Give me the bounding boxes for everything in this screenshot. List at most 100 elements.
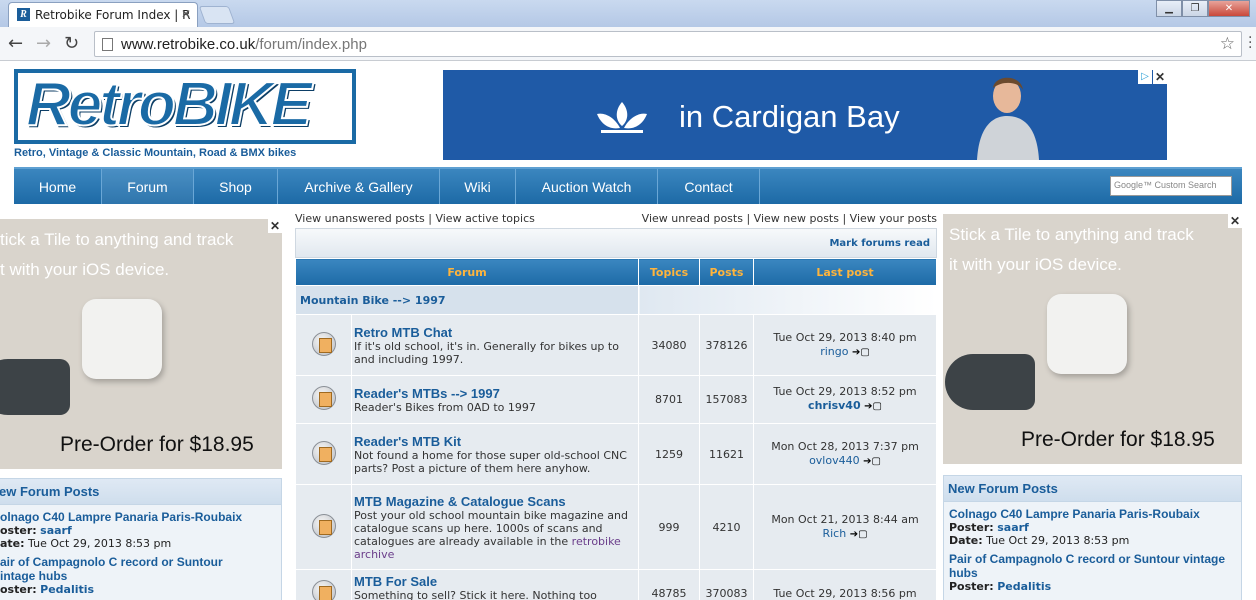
right-post-2[interactable]: Pair of Campagnolo C record or Suntour v… [944,547,1241,593]
right-new-posts: New Forum Posts Colnago C40 Lampre Panar… [943,475,1242,600]
page-icon [102,38,113,51]
key-image [945,354,1035,410]
topics-count: 999 [638,484,700,570]
forum-title-link[interactable]: Reader's MTBs --> 1997 [354,386,636,401]
retrobike-logo[interactable]: RetroBIKE [14,69,356,144]
new-posts-title: ew Forum Posts [0,479,281,505]
nav-contact[interactable]: Contact [658,169,760,204]
left-post-2[interactable]: air of Campagnolo C record or Suntour in… [0,550,281,596]
bookmark-star-icon[interactable]: ☆ [1220,34,1235,54]
last-post-date: Tue Oct 29, 2013 8:52 pm [773,385,917,398]
close-tab-icon[interactable]: ✕ [181,7,191,21]
last-post-date: Mon Oct 21, 2013 8:44 am [771,512,919,526]
left-ad-price: Pre-Order for $18.95 [60,433,254,456]
right-ad-price: Pre-Order for $18.95 [1021,428,1215,451]
url-domain: www.retrobike.co.uk [121,36,256,53]
nav-wiki[interactable]: Wiki [440,169,516,204]
nav-auction-watch[interactable]: Auction Watch [516,169,658,204]
topics-count: 1259 [638,423,700,485]
left-post-1[interactable]: olnago C40 Lampre Panaria Paris-Roubaix … [0,505,281,550]
links-left[interactable]: View unanswered posts | View active topi… [295,212,535,225]
url-path: /forum/index.php [255,36,367,53]
browser-tab[interactable]: R Retrobike Forum Index | R ✕ [8,2,198,27]
nav-shop[interactable]: Shop [194,169,278,204]
minimize-button[interactable]: ▁ [1156,0,1182,17]
browser-toolbar: ← → ↻ www.retrobike.co.uk/forum/index.ph… [0,27,1256,61]
tile-image [82,299,162,379]
category-title[interactable]: Mountain Bike --> 1997 [295,285,639,315]
left-side-ad[interactable]: tick a Tile to anything and track t with… [0,219,282,469]
mark-forums-read-link[interactable]: Mark forums read [829,238,930,249]
tab-title: Retrobike Forum Index | R [35,8,191,22]
forum-title-link[interactable]: MTB For Sale [354,574,636,589]
close-window-button[interactable]: ✕ [1208,0,1250,17]
nav-archive-gallery[interactable]: Archive & Gallery [278,169,440,204]
forum-title-link[interactable]: Retro MTB Chat [354,325,636,340]
posts-count: 4210 [699,484,754,570]
forum-read-icon [311,331,336,356]
right-post-1[interactable]: Colnago C40 Lampre Panaria Paris-Roubaix… [944,502,1241,547]
close-ad-icon[interactable]: ✕ [268,219,282,233]
last-post-user[interactable]: Rich [822,527,846,540]
forum-read-icon [311,440,336,465]
forum-title-link[interactable]: MTB Magazine & Catalogue Scans [354,494,636,509]
forum-read-icon [311,580,336,600]
mark-read-bar: Mark forums read [295,228,937,258]
table-row: Reader's MTB Kit Not found a home for th… [295,423,937,485]
last-post-user[interactable]: ringo [820,345,848,358]
table-row: Reader's MTBs --> 1997 Reader's Bikes fr… [295,375,937,424]
forum-read-icon [311,513,336,538]
goto-last-post-icon[interactable]: ➔▢ [850,528,868,542]
last-post-user[interactable]: chrisv40 [808,399,861,412]
new-tab-button[interactable] [198,6,236,24]
site-tagline: Retro, Vintage & Classic Mountain, Road … [14,147,297,159]
nav-home[interactable]: Home [14,169,102,204]
banner-ad[interactable]: in Cardigan Bay ▷ ✕ [443,70,1167,160]
topics-count: 48785 [638,569,700,600]
posts-count: 378126 [699,314,754,376]
forum-description: Reader's Bikes from 0AD to 1997 [354,400,536,414]
reload-icon[interactable]: ↻ [64,33,79,54]
right-side-ad[interactable]: Stick a Tile to anything and track it wi… [943,214,1242,464]
posts-count: 11621 [699,423,754,485]
menu-icon[interactable]: · · · [1248,31,1252,55]
posts-count: 157083 [699,375,754,424]
forum-title-link[interactable]: Reader's MTB Kit [354,434,636,449]
left-ad-text: tick a Tile to anything and track t with… [0,230,234,279]
forward-icon[interactable]: → [36,33,51,54]
last-post-date: Mon Oct 28, 2013 7:37 pm [771,439,919,453]
topics-count: 8701 [638,375,700,424]
forum-description: Post your old school mountain bike magaz… [354,508,628,561]
last-post-date: Tue Oct 29, 2013 8:56 pm [773,586,917,600]
back-icon[interactable]: ← [8,33,23,54]
goto-last-post-icon[interactable]: ➔▢ [852,346,870,360]
address-bar[interactable]: www.retrobike.co.uk/forum/index.php ☆ [94,31,1242,57]
leaf-logo-icon [597,102,647,133]
logo-text: RetroBIKE [25,69,313,140]
ad-info-icon[interactable]: ▷ [1138,70,1152,84]
banner-person-image [963,70,1053,160]
new-posts-title: New Forum Posts [944,476,1241,502]
forum-description: Something to sell? Stick it here. Nothin… [354,589,597,600]
maximize-button[interactable]: ❐ [1182,0,1208,17]
category-row: Mountain Bike --> 1997 [295,285,937,315]
table-row: Retro MTB Chat If it's old school, it's … [295,314,937,376]
table-row: MTB Magazine & Catalogue Scans Post your… [295,484,937,570]
goto-last-post-icon[interactable]: ➔▢ [864,400,882,414]
search-input[interactable]: Google™ Custom Search [1110,176,1232,196]
goto-last-post-icon[interactable]: ➔▢ [863,455,881,469]
posts-count: 370083 [699,569,754,600]
header-topics: Topics [638,258,700,286]
links-right[interactable]: View unread posts | View new posts | Vie… [642,212,937,225]
topics-count: 34080 [638,314,700,376]
last-post-user[interactable]: ovlov440 [809,454,860,467]
close-ad-icon[interactable]: ✕ [1228,214,1242,228]
main-nav: Home Forum Shop Archive & Gallery Wiki A… [14,167,1242,204]
forum-read-icon [311,386,336,410]
nav-forum[interactable]: Forum [102,169,194,204]
header-posts: Posts [699,258,754,286]
forum-description: Not found a home for those super old-sch… [354,448,627,475]
key-image [0,359,70,415]
close-ad-icon[interactable]: ✕ [1153,70,1167,84]
table-row: MTB For Sale Something to sell? Stick it… [295,569,937,600]
